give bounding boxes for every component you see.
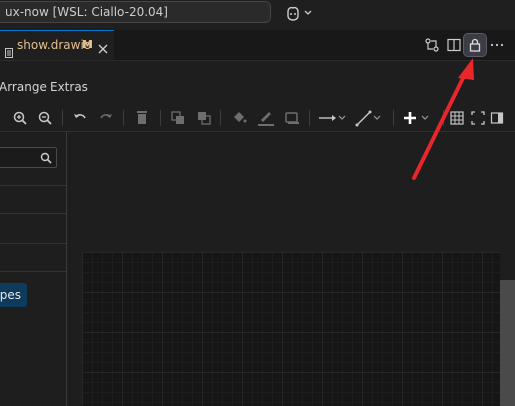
to-back-icon[interactable]: [196, 108, 212, 128]
menu-extras[interactable]: Extras: [50, 80, 88, 94]
more-icon[interactable]: [486, 34, 508, 56]
toolbar-separator: [62, 110, 63, 126]
lock-icon[interactable]: [463, 33, 487, 57]
table-icon[interactable]: [450, 108, 464, 128]
modified-badge: M: [82, 38, 93, 51]
toolbar-separator: [309, 110, 310, 126]
sidebar-divider: [0, 213, 66, 214]
waypoints-icon[interactable]: [355, 108, 385, 128]
insert-icon[interactable]: [402, 108, 432, 128]
format-panel-icon[interactable]: [490, 108, 504, 128]
vertical-scrollbar[interactable]: [500, 280, 515, 406]
line-color-icon[interactable]: [257, 108, 275, 128]
title-bar: ux-now [WSL: Ciallo-20.04]: [0, 0, 515, 28]
sidebar-divider: [0, 185, 66, 186]
close-icon[interactable]: [96, 38, 110, 54]
sidebar-divider: [0, 271, 66, 272]
more-shapes-button[interactable]: pes: [0, 283, 27, 307]
menu-arrange[interactable]: Arrange: [0, 80, 47, 94]
redo-icon[interactable]: [98, 108, 114, 128]
delete-icon[interactable]: [135, 108, 149, 128]
diagram-grid[interactable]: [82, 252, 500, 406]
drawio-toolbar: [0, 105, 515, 132]
search-icon: [40, 152, 52, 164]
toolbar-separator: [443, 110, 444, 126]
shapes-sidebar: pes: [0, 132, 67, 406]
tab-show-drawio[interactable]: show.drawio M: [0, 30, 114, 60]
connection-icon[interactable]: [318, 108, 348, 128]
fullscreen-icon[interactable]: [471, 108, 485, 128]
toolbar-separator: [160, 110, 161, 126]
zoom-in-icon[interactable]: [12, 108, 28, 128]
search-input[interactable]: [0, 147, 57, 168]
zoom-out-icon[interactable]: [37, 108, 53, 128]
undo-icon[interactable]: [72, 108, 88, 128]
git-compare-icon[interactable]: [421, 34, 443, 56]
toolbar-separator: [123, 110, 124, 126]
toolbar-separator: [393, 110, 394, 126]
command-center[interactable]: ux-now [WSL: Ciallo-20.04]: [0, 1, 271, 23]
sidebar-divider: [0, 243, 66, 244]
file-icon: [5, 40, 13, 58]
toolbar-separator: [220, 110, 221, 126]
tab-label: show.drawio: [17, 38, 92, 52]
to-front-icon[interactable]: [170, 108, 186, 128]
fill-color-icon[interactable]: [231, 108, 247, 128]
shadow-icon[interactable]: [284, 108, 300, 128]
copilot-icon[interactable]: [284, 4, 314, 22]
split-editor-icon[interactable]: [443, 34, 465, 56]
